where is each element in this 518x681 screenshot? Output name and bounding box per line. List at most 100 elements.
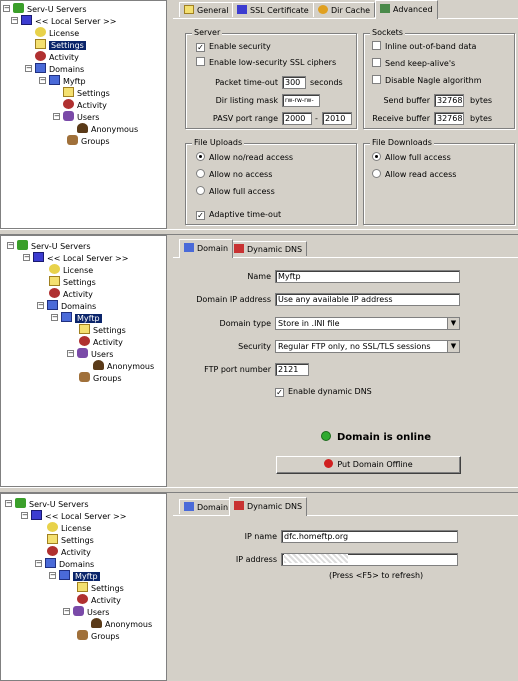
tree-license[interactable]: License [35,27,79,39]
receive-buffer-input[interactable]: 32768 [434,112,464,125]
dir-listing-mask-input[interactable]: rw-rw-rw- [282,94,320,107]
domain-icon [184,243,194,252]
tree-license[interactable]: License [49,264,93,276]
tree-settings[interactable]: Settings [47,534,94,546]
settings-icon [47,534,58,544]
security-select[interactable]: Regular FTP only, no SSL/TLS sessions ▼ [275,340,460,353]
tree-domain-activity[interactable]: Activity [63,99,107,111]
download-option-full-access[interactable]: Allow full access [372,152,451,164]
radio-button [372,169,381,178]
tree-activity[interactable]: Activity [49,288,93,300]
tree-domain-myftp[interactable]: − Myftp [49,570,100,582]
file-uploads-group: File Uploads Allow no/read access Allow … [185,138,357,225]
upload-option-no-access[interactable]: Allow no access [196,169,272,181]
tree-domain-activity[interactable]: Activity [77,594,121,606]
disable-nagle-checkbox[interactable]: Disable Nagle algorithm [372,75,481,87]
tab-domain[interactable]: Domain [179,239,234,258]
tree-settings[interactable]: Settings [49,276,96,288]
tab-dir-cache[interactable]: Dir Cache [313,2,376,17]
tree-anonymous[interactable]: Anonymous [93,360,154,372]
tree-panel: − Serv-U Servers − << Local Server >> Lice… [0,493,167,681]
tab-dynamic-dns[interactable]: Dynamic DNS [229,241,308,256]
tree-local-server[interactable]: − << Local Server >> [23,252,128,264]
tree-servers[interactable]: − Serv-U Servers [5,498,89,510]
settings-icon [63,87,74,97]
tree-users[interactable]: − Users [53,111,99,123]
security-label: Security [238,342,271,351]
server-group-title: Server [192,28,223,37]
tree-domain-settings[interactable]: Settings [79,324,126,336]
put-domain-offline-button[interactable]: Put Domain Offline [276,456,461,474]
ip-name-label: IP name [244,532,277,541]
pasv-separator: - [315,114,318,123]
packet-timeout-input[interactable]: 300 [282,76,306,89]
serv-u-icon [13,3,24,13]
tree-domains[interactable]: − Domains [37,300,96,312]
ftp-port-input[interactable]: 2121 [275,363,309,376]
tree-domains[interactable]: − Domains [35,558,94,570]
tree-anonymous[interactable]: Anonymous [91,618,152,630]
tree-activity[interactable]: Activity [35,51,79,63]
user-icon [91,618,102,628]
tree-domain-settings[interactable]: Settings [77,582,124,594]
send-buffer-input[interactable]: 32768 [434,94,464,107]
tree-anonymous[interactable]: Anonymous [77,123,138,135]
domain-ip-input[interactable]: Use any available IP address [275,293,460,306]
advanced-pane: General SSL Certificate Dir Cache Advanc… [173,0,518,229]
domain-status: Domain is online [321,431,431,444]
upload-option-full-access[interactable]: Allow full access [196,186,275,198]
tab-ssl-certificate[interactable]: SSL Certificate [232,2,314,17]
tree-activity[interactable]: Activity [47,546,91,558]
low-security-ssl-checkbox[interactable]: Enable low-security SSL ciphers [196,57,336,69]
ftp-port-label: FTP port number [204,365,271,374]
serv-u-icon [17,240,28,250]
tab-domain[interactable]: Domain [179,499,234,514]
tree-servers[interactable]: − Serv-U Servers [3,3,87,15]
adaptive-timeout-checkbox[interactable]: ✓ Adaptive time-out [196,209,281,221]
redacted-ip [284,554,348,563]
tree-users[interactable]: − Users [67,348,113,360]
tree-local-server[interactable]: − << Local Server >> [21,510,126,522]
tab-dynamic-dns[interactable]: Dynamic DNS [229,497,308,516]
tree-domains[interactable]: − Domains [25,63,84,75]
section-advanced: − Serv-U Servers − << Local Server >> Lice… [0,0,518,229]
pasv-to-input[interactable]: 2010 [322,112,352,125]
domains-icon [45,558,56,568]
packet-timeout-unit: seconds [310,78,343,87]
tree-license[interactable]: License [47,522,91,534]
enable-dynamic-dns-checkbox[interactable]: ✓ Enable dynamic DNS [275,386,372,398]
activity-icon [79,336,90,346]
download-option-read-access[interactable]: Allow read access [372,169,456,181]
upload-option-no-read[interactable]: Allow no/read access [196,152,293,164]
ip-name-input[interactable]: dfc.homeftp.org [281,530,458,543]
tree-domain-activity[interactable]: Activity [79,336,123,348]
settings-icon [77,582,88,592]
tab-general[interactable]: General [179,2,234,17]
file-downloads-title: File Downloads [370,138,434,147]
tree-users[interactable]: − Users [63,606,109,618]
tree-settings[interactable]: Settings [35,39,86,51]
inline-oob-checkbox[interactable]: Inline out-of-band data [372,41,476,53]
pasv-from-input[interactable]: 2000 [282,112,312,125]
dir-listing-mask-label: Dir listing mask [215,96,278,105]
tree-local-server[interactable]: − << Local Server >> [11,15,116,27]
domain-type-select[interactable]: Store in .INI file ▼ [275,317,460,330]
enable-security-checkbox[interactable]: ✓ Enable security [196,41,271,53]
server-icon [31,510,42,520]
license-icon [49,264,60,274]
tree-groups[interactable]: Groups [67,135,110,147]
tree-groups[interactable]: Groups [77,630,120,642]
tree-servers[interactable]: − Serv-U Servers [7,240,91,252]
send-keepalive-checkbox[interactable]: Send keep-alive's [372,58,455,70]
online-status-icon [321,431,331,441]
tab-advanced[interactable]: Advanced [375,0,438,19]
ip-address-input[interactable] [281,553,458,566]
tree-domain-settings[interactable]: Settings [63,87,110,99]
name-input[interactable]: Myftp [275,270,460,283]
sockets-group: Sockets Inline out-of-band data Send kee… [363,28,515,129]
dns-tabstrip: Domain Dynamic DNS [173,497,518,516]
tree-domain-myftp[interactable]: − Myftp [39,75,86,87]
name-label: Name [247,272,271,281]
tree-groups[interactable]: Groups [79,372,122,384]
tree-domain-myftp[interactable]: − Myftp [51,312,102,324]
